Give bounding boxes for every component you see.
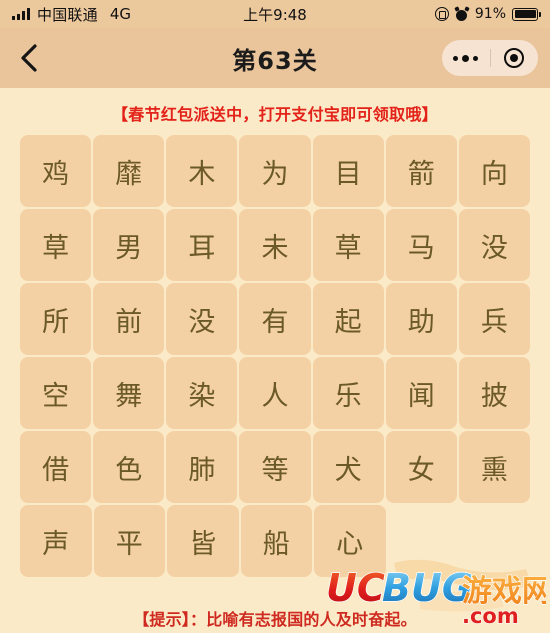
rotation-lock-icon [434,7,449,21]
back-button[interactable] [12,41,46,75]
character-tile[interactable]: 皆 [167,505,239,577]
character-tile[interactable]: 所 [20,283,92,355]
character-grid-row: 草男耳未草马没 [20,209,530,281]
character-tile[interactable]: 有 [239,283,311,355]
miniprogram-capsule [442,40,538,76]
character-tile[interactable]: 熏 [458,431,530,503]
character-tile[interactable]: 借 [20,431,92,503]
promo-banner: 【春节红包派送中，打开支付宝即可领取哦】 [111,105,438,124]
character-grid: 鸡靡木为目箭向草男耳未草马没所前没有起助兵空舞染人乐闻披借色肺等犬女熏声平皆船心 [0,135,550,577]
more-menu-button[interactable] [442,40,490,76]
character-grid-row: 空舞染人乐闻披 [20,357,530,429]
network-type-label: 4G [109,5,131,23]
character-tile[interactable]: 前 [93,283,165,355]
character-tile[interactable]: 染 [166,357,238,429]
character-grid-row: 所前没有起助兵 [20,283,530,355]
character-grid-row: 声平皆船心 [20,505,530,577]
status-bar-left: 中国联通 4G [12,4,131,25]
character-tile[interactable]: 草 [20,209,92,281]
character-tile[interactable]: 披 [458,357,530,429]
character-tile[interactable]: 犬 [312,431,384,503]
ellipsis-icon-dot [473,55,479,61]
character-tile[interactable]: 未 [239,209,311,281]
character-tile[interactable]: 色 [93,431,165,503]
character-tile[interactable]: 为 [239,135,311,207]
navigation-bar: 第63关 [0,28,550,88]
character-tile[interactable]: 舞 [93,357,165,429]
character-tile[interactable]: 鸡 [20,135,92,207]
character-tile[interactable]: 心 [314,505,386,577]
status-bar: 中国联通 4G 上午9:48 91% [0,0,550,28]
character-tile[interactable]: 等 [239,431,311,503]
character-tile[interactable]: 兵 [458,283,530,355]
character-tile[interactable]: 助 [385,283,457,355]
character-tile[interactable]: 肺 [166,431,238,503]
character-tile[interactable]: 女 [385,431,457,503]
character-tile[interactable]: 平 [93,505,165,577]
character-grid-row: 借色肺等犬女熏 [20,431,530,503]
close-miniprogram-button[interactable] [491,40,539,76]
target-circle-icon [504,48,525,68]
character-tile[interactable]: 起 [312,283,384,355]
battery-icon [512,7,541,21]
character-tile[interactable]: 乐 [312,357,384,429]
character-tile[interactable]: 马 [385,209,457,281]
watermark-cn-text: 游戏网 [462,574,546,609]
character-tile[interactable]: 箭 [385,135,457,207]
character-tile[interactable]: 木 [166,135,238,207]
character-grid-row: 鸡靡木为目箭向 [20,135,530,207]
character-tile[interactable]: 没 [458,209,530,281]
main-content: 【春节红包派送中，打开支付宝即可领取哦】 鸡靡木为目箭向草男耳未草马没所前没有起… [0,88,550,633]
battery-percent-label: 91% [474,6,506,22]
character-tile[interactable]: 耳 [166,209,238,281]
signal-bars-icon [12,8,30,20]
character-tile[interactable]: 空 [20,357,92,429]
status-bar-right: 91% [434,6,541,22]
ellipsis-icon-dot [462,54,470,62]
hint-text: 【提示】：比喻有志报国的人及时奋起。 [133,610,417,629]
alarm-clock-icon [454,6,470,21]
character-tile[interactable]: 向 [458,135,530,207]
character-tile[interactable]: 闻 [385,357,457,429]
character-tile[interactable]: 目 [312,135,384,207]
character-tile[interactable]: 声 [20,505,92,577]
ellipsis-icon-dot [453,55,459,61]
character-tile[interactable]: 没 [166,283,238,355]
character-tile[interactable]: 草 [312,209,384,281]
character-tile[interactable]: 船 [240,505,312,577]
character-tile[interactable]: 男 [93,209,165,281]
carrier-label: 中国联通 [37,5,98,24]
character-tile[interactable]: 人 [239,357,311,429]
character-tile[interactable]: 靡 [93,135,165,207]
chevron-left-icon [21,44,37,72]
